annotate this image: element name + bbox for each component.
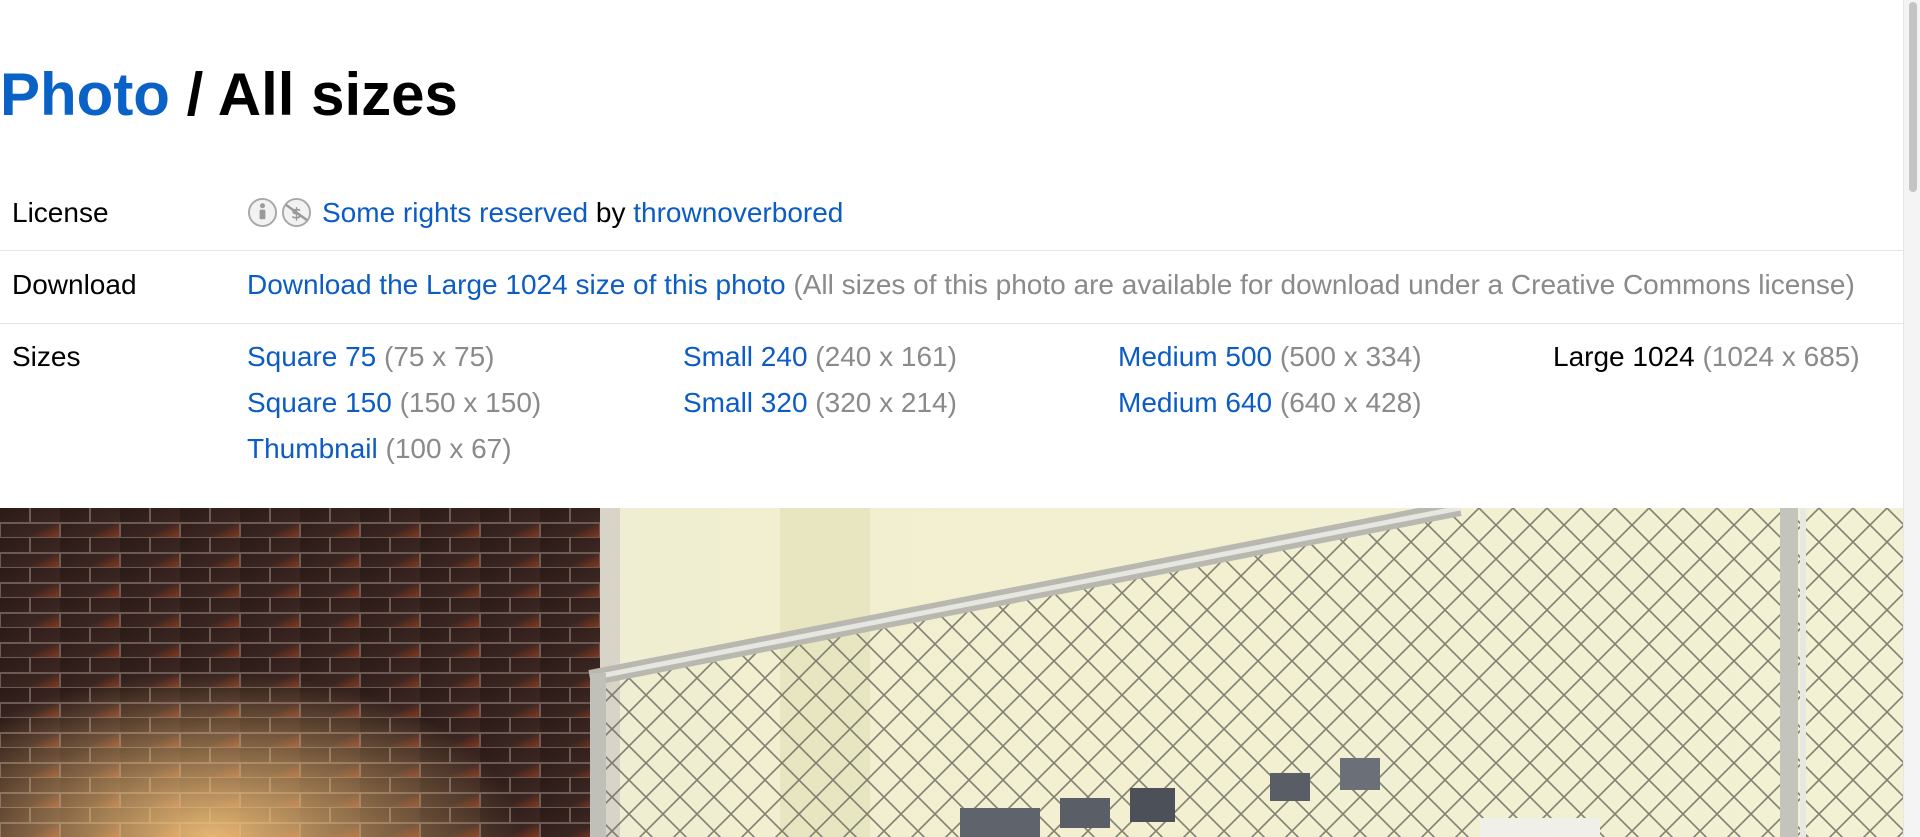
current-size-label: Large 1024 xyxy=(1553,341,1695,372)
size-dims: (640 x 428) xyxy=(1272,387,1422,418)
some-rights-reserved-link[interactable]: Some rights reserved xyxy=(322,197,588,228)
size-link[interactable]: Square 75 xyxy=(247,341,376,372)
size-small-320: Small 320 (320 x 214) xyxy=(683,386,957,420)
photo-image xyxy=(0,508,1904,837)
cc-attribution-icon[interactable] xyxy=(247,197,278,228)
size-medium-640: Medium 640 (640 x 428) xyxy=(1118,386,1422,420)
size-link[interactable]: Small 320 xyxy=(683,387,808,418)
sizes-label: Sizes xyxy=(12,341,81,372)
size-dims: (150 x 150) xyxy=(391,387,542,418)
download-value: Download the Large 1024 size of this pho… xyxy=(247,268,1855,302)
vertical-scrollbar[interactable] xyxy=(1903,0,1920,837)
size-thumbnail: Thumbnail (100 x 67) xyxy=(247,432,512,466)
size-link[interactable]: Thumbnail xyxy=(247,433,378,464)
size-dims: (320 x 214) xyxy=(807,387,957,418)
author-link[interactable]: thrownoverbored xyxy=(633,197,843,228)
size-link[interactable]: Square 150 xyxy=(247,387,392,418)
download-note: (All sizes of this photo are available f… xyxy=(785,269,1855,300)
cc-icons: $ xyxy=(247,197,312,228)
page-title: Photo / All sizes xyxy=(0,60,458,130)
page: Photo / All sizes License $ Some rights … xyxy=(0,0,1904,837)
size-small-240: Small 240 (240 x 161) xyxy=(683,340,957,374)
cc-noncommercial-icon[interactable]: $ xyxy=(281,197,312,228)
size-dims: (1024 x 685) xyxy=(1694,341,1860,372)
size-dims: (75 x 75) xyxy=(376,341,495,372)
download-label: Download xyxy=(12,269,137,300)
divider xyxy=(0,323,1904,324)
license-value: $ Some rights reserved by thrownoverbore… xyxy=(247,196,843,230)
scrollbar-thumb[interactable] xyxy=(1909,2,1917,192)
size-medium-500: Medium 500 (500 x 334) xyxy=(1118,340,1422,374)
size-dims: (500 x 334) xyxy=(1272,341,1422,372)
size-link[interactable]: Small 240 xyxy=(683,341,808,372)
title-separator: / xyxy=(169,61,218,128)
size-square-75: Square 75 (75 x 75) xyxy=(247,340,495,374)
size-large-1024: Large 1024 (1024 x 685) xyxy=(1553,340,1860,374)
size-link[interactable]: Medium 500 xyxy=(1118,341,1272,372)
divider xyxy=(0,250,1904,251)
by-text: by xyxy=(588,197,634,228)
size-link[interactable]: Medium 640 xyxy=(1118,387,1272,418)
size-square-150: Square 150 (150 x 150) xyxy=(247,386,541,420)
download-large-link[interactable]: Download the Large 1024 size of this pho… xyxy=(247,269,786,300)
photo-illustration xyxy=(0,508,1904,837)
license-label: License xyxy=(12,197,109,228)
title-text: All sizes xyxy=(217,61,458,128)
size-dims: (100 x 67) xyxy=(377,433,512,464)
size-dims: (240 x 161) xyxy=(807,341,957,372)
photo-link[interactable]: Photo xyxy=(0,61,170,128)
